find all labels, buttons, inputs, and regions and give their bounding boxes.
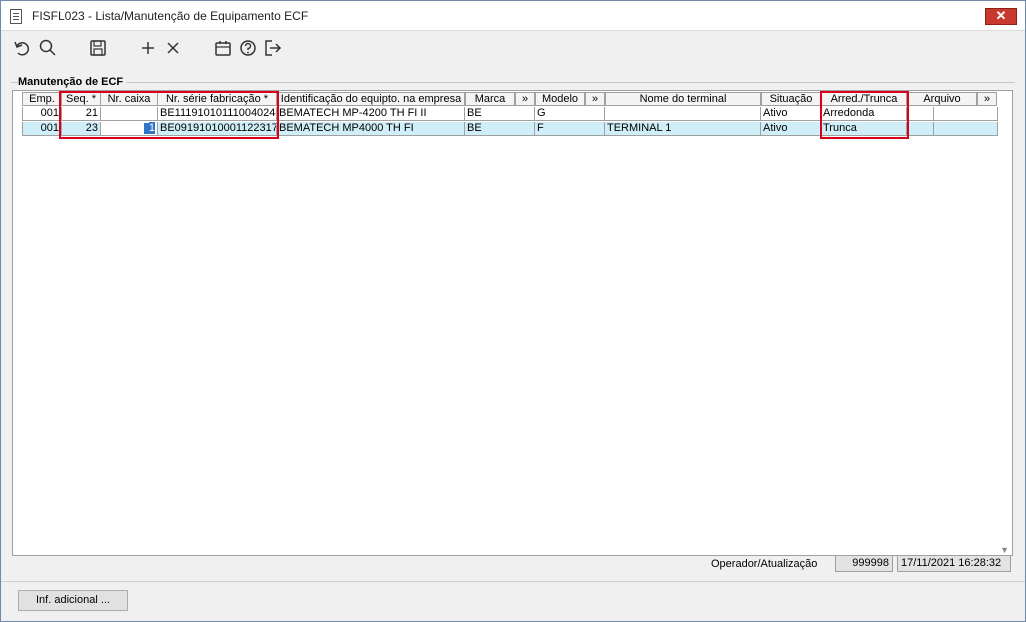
cell-caixa-value: 1 — [148, 122, 155, 134]
undo-icon[interactable] — [12, 38, 32, 58]
exit-icon[interactable] — [263, 38, 283, 58]
operator-field: 999998 — [835, 555, 893, 572]
marca-lookup-button[interactable]: » — [515, 92, 535, 106]
cell-caixa-editing[interactable]: 1 — [101, 122, 158, 136]
group-divider — [11, 82, 1015, 83]
cell-emp[interactable]: 001 — [22, 122, 62, 136]
cell-emp[interactable]: 001 — [22, 107, 62, 121]
main-window: FISFL023 - Lista/Manutenção de Equipamen… — [0, 0, 1026, 622]
col-header-emp[interactable]: Emp. — [22, 92, 62, 106]
group-title: Manutenção de ECF — [18, 76, 127, 88]
cell-marca[interactable]: BE — [465, 107, 535, 121]
col-header-terminal[interactable]: Nome do terminal — [605, 92, 761, 106]
cell-seq[interactable]: 21 — [62, 107, 101, 121]
col-header-arquivo[interactable]: Arquivo — [907, 92, 977, 106]
delete-icon[interactable] — [163, 38, 183, 58]
cell-serie[interactable]: BE111910101110040244 — [158, 107, 277, 121]
cell-arred[interactable]: Trunca — [821, 122, 907, 136]
datetime-field: 17/11/2021 16:28:32 — [897, 555, 1011, 572]
cell-terminal[interactable] — [605, 107, 761, 121]
col-header-caixa[interactable]: Nr. caixa — [100, 92, 158, 106]
cell-arquivo[interactable] — [907, 122, 934, 136]
cell-situacao[interactable]: Ativo — [761, 122, 821, 136]
cell-arquivo[interactable] — [907, 107, 934, 121]
cell-serie[interactable]: BE091910100011223171 — [158, 122, 277, 136]
cell-seq[interactable]: 23 — [62, 122, 101, 136]
cell-arred[interactable]: Arredonda — [821, 107, 907, 121]
cell-marca[interactable]: BE — [465, 122, 535, 136]
vertical-scrollbar[interactable]: ▼ — [999, 107, 1011, 555]
col-header-seq[interactable]: Seq. * — [61, 92, 101, 106]
document-icon — [10, 9, 22, 24]
title-bar: FISFL023 - Lista/Manutenção de Equipamen… — [1, 1, 1025, 31]
cell-extra — [934, 107, 998, 121]
col-header-ident[interactable]: Identificação do equipto. na empresa — [277, 92, 465, 106]
col-header-situacao[interactable]: Situação — [761, 92, 821, 106]
col-header-marca[interactable]: Marca — [465, 92, 515, 106]
cell-situacao[interactable]: Ativo — [761, 107, 821, 121]
scroll-down-icon[interactable]: ▼ — [1000, 545, 1009, 555]
close-button[interactable]: ✕ — [985, 8, 1017, 25]
add-icon[interactable] — [138, 38, 158, 58]
help-icon[interactable] — [238, 38, 258, 58]
window-title: FISFL023 - Lista/Manutenção de Equipamen… — [32, 9, 309, 23]
cell-ident[interactable]: BEMATECH MP4000 TH FI — [277, 122, 465, 136]
cell-modelo[interactable]: F — [535, 122, 605, 136]
cell-modelo[interactable]: G — [535, 107, 605, 121]
status-label: Operador/Atualização — [711, 558, 818, 570]
save-icon[interactable] — [88, 38, 108, 58]
col-header-arred[interactable]: Arred./Trunca — [821, 92, 907, 106]
cell-extra — [934, 122, 998, 136]
col-header-modelo[interactable]: Modelo — [535, 92, 585, 106]
ecf-table: Emp. Seq. * Nr. caixa Nr. série fabricaç… — [12, 90, 1013, 556]
col-header-serie[interactable]: Nr. série fabricação * — [157, 92, 277, 106]
calendar-icon[interactable] — [213, 38, 233, 58]
cell-terminal[interactable]: TERMINAL 1 — [605, 122, 761, 136]
cell-ident[interactable]: BEMATECH MP-4200 TH FI II — [277, 107, 465, 121]
toolbar — [1, 32, 1025, 64]
footer-divider — [1, 581, 1025, 582]
search-icon[interactable] — [38, 38, 58, 58]
cell-caixa[interactable] — [101, 107, 158, 121]
modelo-lookup-button[interactable]: » — [585, 92, 605, 106]
arquivo-lookup-button[interactable]: » — [977, 92, 997, 106]
info-button[interactable]: Inf. adicional ... — [18, 590, 128, 611]
